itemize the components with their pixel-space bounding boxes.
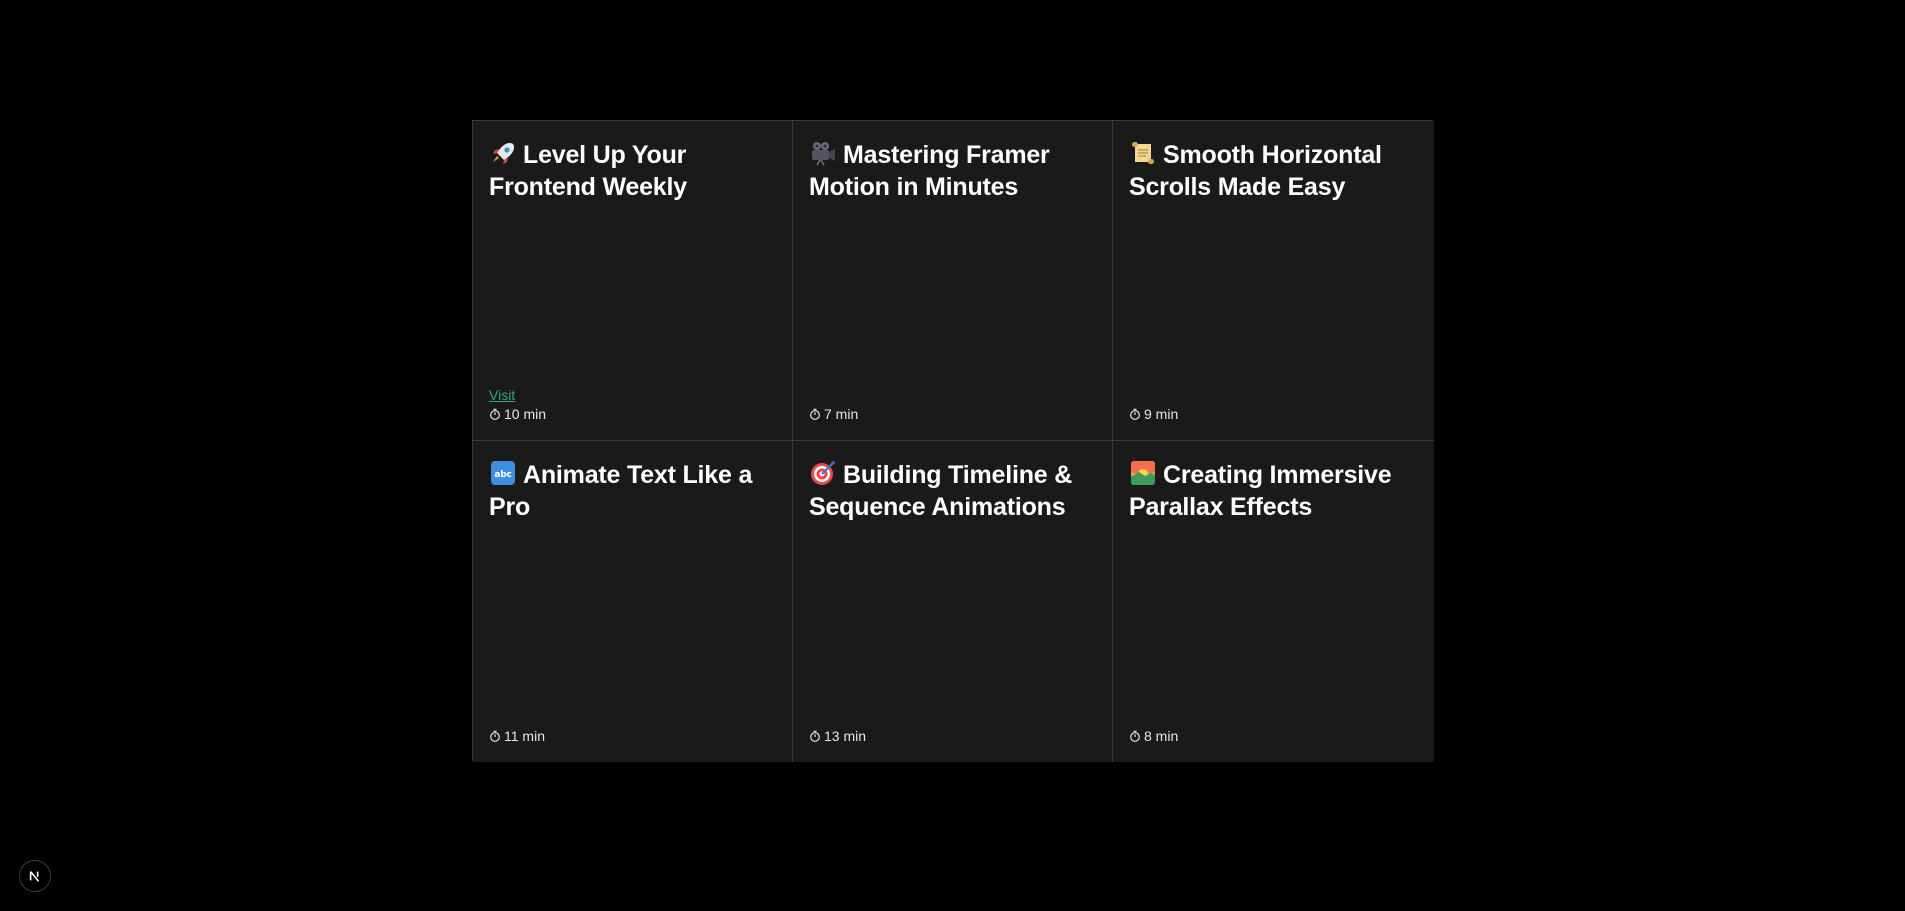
article-card-framer-motion[interactable]: Mastering Framer Motion in Minutes 7 min <box>793 121 1113 441</box>
read-time-value: 11 min <box>504 728 545 744</box>
read-time-value: 10 min <box>504 406 547 422</box>
abc-icon: abc <box>491 461 515 485</box>
read-time-value: 9 min <box>1144 406 1179 422</box>
read-time-value: 13 min <box>824 728 867 744</box>
card-title: Level Up Your Frontend Weekly <box>489 139 776 203</box>
read-time: 13 min <box>809 728 866 744</box>
card-title: Mastering Framer Motion in Minutes <box>809 139 1096 203</box>
stopwatch-icon <box>1130 730 1140 742</box>
card-title-text: Animate Text Like a Pro <box>489 461 753 521</box>
article-card-level-up[interactable]: Level Up Your Frontend Weekly Visit 10 m… <box>473 121 793 441</box>
nextjs-logo-icon <box>29 871 40 882</box>
read-time: 8 min <box>1129 728 1178 744</box>
card-title-text: Building Timeline & Sequence Animations <box>809 461 1073 521</box>
card-footer: 13 min <box>809 728 866 744</box>
card-footer: 8 min <box>1129 728 1178 744</box>
rocket-icon <box>493 143 514 164</box>
card-title: Building Timeline & Sequence Animations <box>809 459 1096 523</box>
card-footer: 7 min <box>809 406 858 422</box>
card-title-text: Creating Immersive Parallax Effects <box>1129 461 1392 521</box>
svg-text:abc: abc <box>494 470 511 480</box>
film-camera-icon <box>812 142 835 166</box>
card-footer: 11 min <box>489 728 545 744</box>
article-card-animate-text[interactable]: abc Animate Text Like a Pro 11 min <box>473 441 793 762</box>
article-card-horizontal-scrolls[interactable]: Smooth Horizontal Scrolls Made Easy 9 mi… <box>1113 121 1434 441</box>
card-title-text: Smooth Horizontal Scrolls Made Easy <box>1129 141 1382 201</box>
stopwatch-icon <box>810 730 820 742</box>
stopwatch-icon <box>490 408 500 420</box>
sunrise-icon <box>1131 461 1155 485</box>
article-card-parallax[interactable]: Creating Immersive Parallax Effects 8 mi… <box>1113 441 1434 762</box>
card-title: abc Animate Text Like a Pro <box>489 459 776 523</box>
visit-link[interactable]: Visit <box>489 387 546 403</box>
scroll-icon <box>1132 142 1154 164</box>
card-footer: 9 min <box>1129 406 1178 422</box>
read-time-value: 7 min <box>824 406 859 422</box>
read-time: 9 min <box>1129 406 1178 422</box>
nextjs-logo-button[interactable] <box>19 860 51 892</box>
read-time: 7 min <box>809 406 858 422</box>
read-time: 11 min <box>489 728 545 744</box>
articles-grid: Level Up Your Frontend Weekly Visit 10 m… <box>472 120 1434 762</box>
article-card-timeline-sequence[interactable]: Building Timeline & Sequence Animations … <box>793 441 1113 762</box>
card-title: Smooth Horizontal Scrolls Made Easy <box>1129 139 1418 203</box>
card-title-text: Level Up Your Frontend Weekly <box>489 141 687 201</box>
card-footer: Visit 10 min <box>489 387 546 422</box>
read-time: 10 min <box>489 406 546 422</box>
stopwatch-icon <box>490 730 500 742</box>
stopwatch-icon <box>810 408 820 420</box>
read-time-value: 8 min <box>1144 728 1179 744</box>
stopwatch-icon <box>1130 408 1140 420</box>
target-icon <box>811 461 835 485</box>
card-title: Creating Immersive Parallax Effects <box>1129 459 1418 523</box>
card-title-text: Mastering Framer Motion in Minutes <box>809 141 1050 201</box>
